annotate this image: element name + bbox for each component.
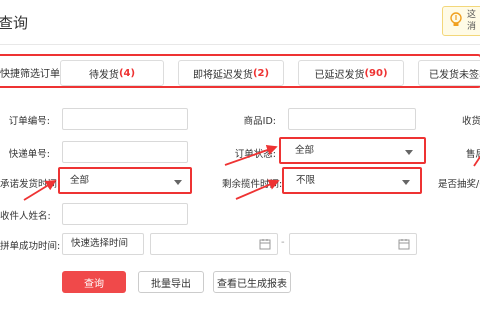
arrow-right-edge xyxy=(473,155,480,167)
arrow-to-order-status xyxy=(224,144,278,166)
arrow-to-promise-ship xyxy=(23,180,57,201)
annotation-arrows xyxy=(23,144,480,201)
arrow-to-remaining-pickup xyxy=(235,179,280,200)
